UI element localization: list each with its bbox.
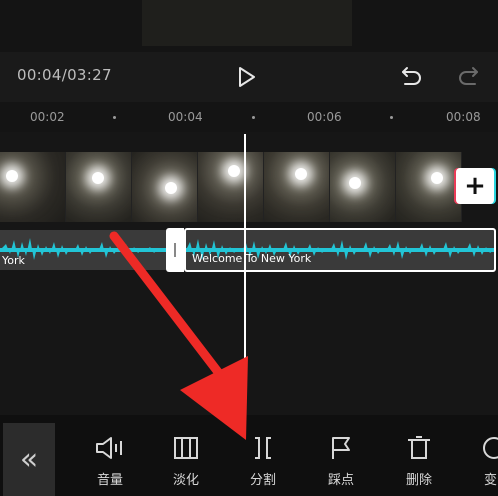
video-track[interactable]: [0, 152, 462, 222]
tool-label: 音量: [96, 473, 123, 488]
redo-icon: [459, 67, 478, 85]
ruler-tick-label: 00:08: [446, 110, 481, 124]
handle-grip: [174, 243, 176, 257]
play-icon: [239, 67, 255, 87]
trash-icon: [408, 436, 430, 459]
tool-label: 分割: [249, 473, 276, 488]
time-ruler[interactable]: 00:02 00:04 00:06 00:08: [0, 102, 498, 132]
audio-clip-label: York: [2, 254, 25, 267]
play-button[interactable]: [230, 61, 262, 93]
playback-bar: 00:04/03:27: [0, 52, 498, 102]
speaker-icon: [96, 437, 122, 459]
clip-trim-handle[interactable]: [166, 228, 184, 272]
tool-label: 删除: [405, 473, 432, 488]
video-thumbnail: [132, 152, 198, 222]
audio-clip-label: Welcome To New York: [192, 252, 312, 265]
audio-clip-selected[interactable]: Welcome To New York: [184, 228, 496, 272]
tool-label: 踩点: [327, 473, 354, 488]
split-icon: [255, 437, 271, 459]
ruler-tick-label: 00:04: [168, 110, 203, 124]
plus-icon: +: [464, 171, 486, 201]
tool-delete[interactable]: 删除: [389, 435, 449, 495]
video-thumbnail: [198, 152, 264, 222]
tool-fade[interactable]: 淡化: [156, 435, 216, 495]
ruler-tick-dot: [113, 116, 116, 119]
undo-button[interactable]: [396, 62, 428, 92]
speed-icon: [483, 437, 498, 459]
preview-frame: [142, 0, 352, 46]
audio-clip-left[interactable]: York: [0, 230, 166, 270]
video-thumbnail: [330, 152, 396, 222]
tool-label: 淡化: [172, 473, 199, 488]
ruler-tick-label: 00:06: [307, 110, 342, 124]
timeline[interactable]: + York Welcome To New York: [0, 132, 498, 415]
video-thumbnail: [66, 152, 132, 222]
double-chevron-left-icon: «: [19, 442, 39, 477]
ruler-tick-dot: [390, 116, 393, 119]
redo-button[interactable]: [452, 62, 484, 92]
tool-split[interactable]: 分割: [233, 435, 293, 495]
video-preview[interactable]: [0, 0, 498, 52]
add-clip-button[interactable]: +: [456, 168, 494, 204]
tool-speed[interactable]: 变: [466, 435, 498, 495]
fade-icon: [174, 437, 198, 459]
video-thumbnail: [396, 152, 462, 222]
playhead[interactable]: [244, 134, 246, 412]
tool-beat[interactable]: 踩点: [311, 435, 371, 495]
undo-icon: [402, 67, 421, 85]
flag-icon: [332, 437, 350, 459]
back-button[interactable]: «: [3, 423, 55, 496]
video-thumbnail: [264, 152, 330, 222]
ruler-tick-label: 00:02: [30, 110, 65, 124]
timecode: 00:04/03:27: [17, 66, 112, 84]
video-thumbnail: [0, 152, 66, 222]
bottom-toolbar: « 音量 淡化 分割 踩点 删除 变: [0, 415, 498, 496]
ruler-tick-dot: [252, 116, 255, 119]
tool-volume[interactable]: 音量: [80, 435, 140, 495]
tool-label: 变: [484, 473, 498, 488]
